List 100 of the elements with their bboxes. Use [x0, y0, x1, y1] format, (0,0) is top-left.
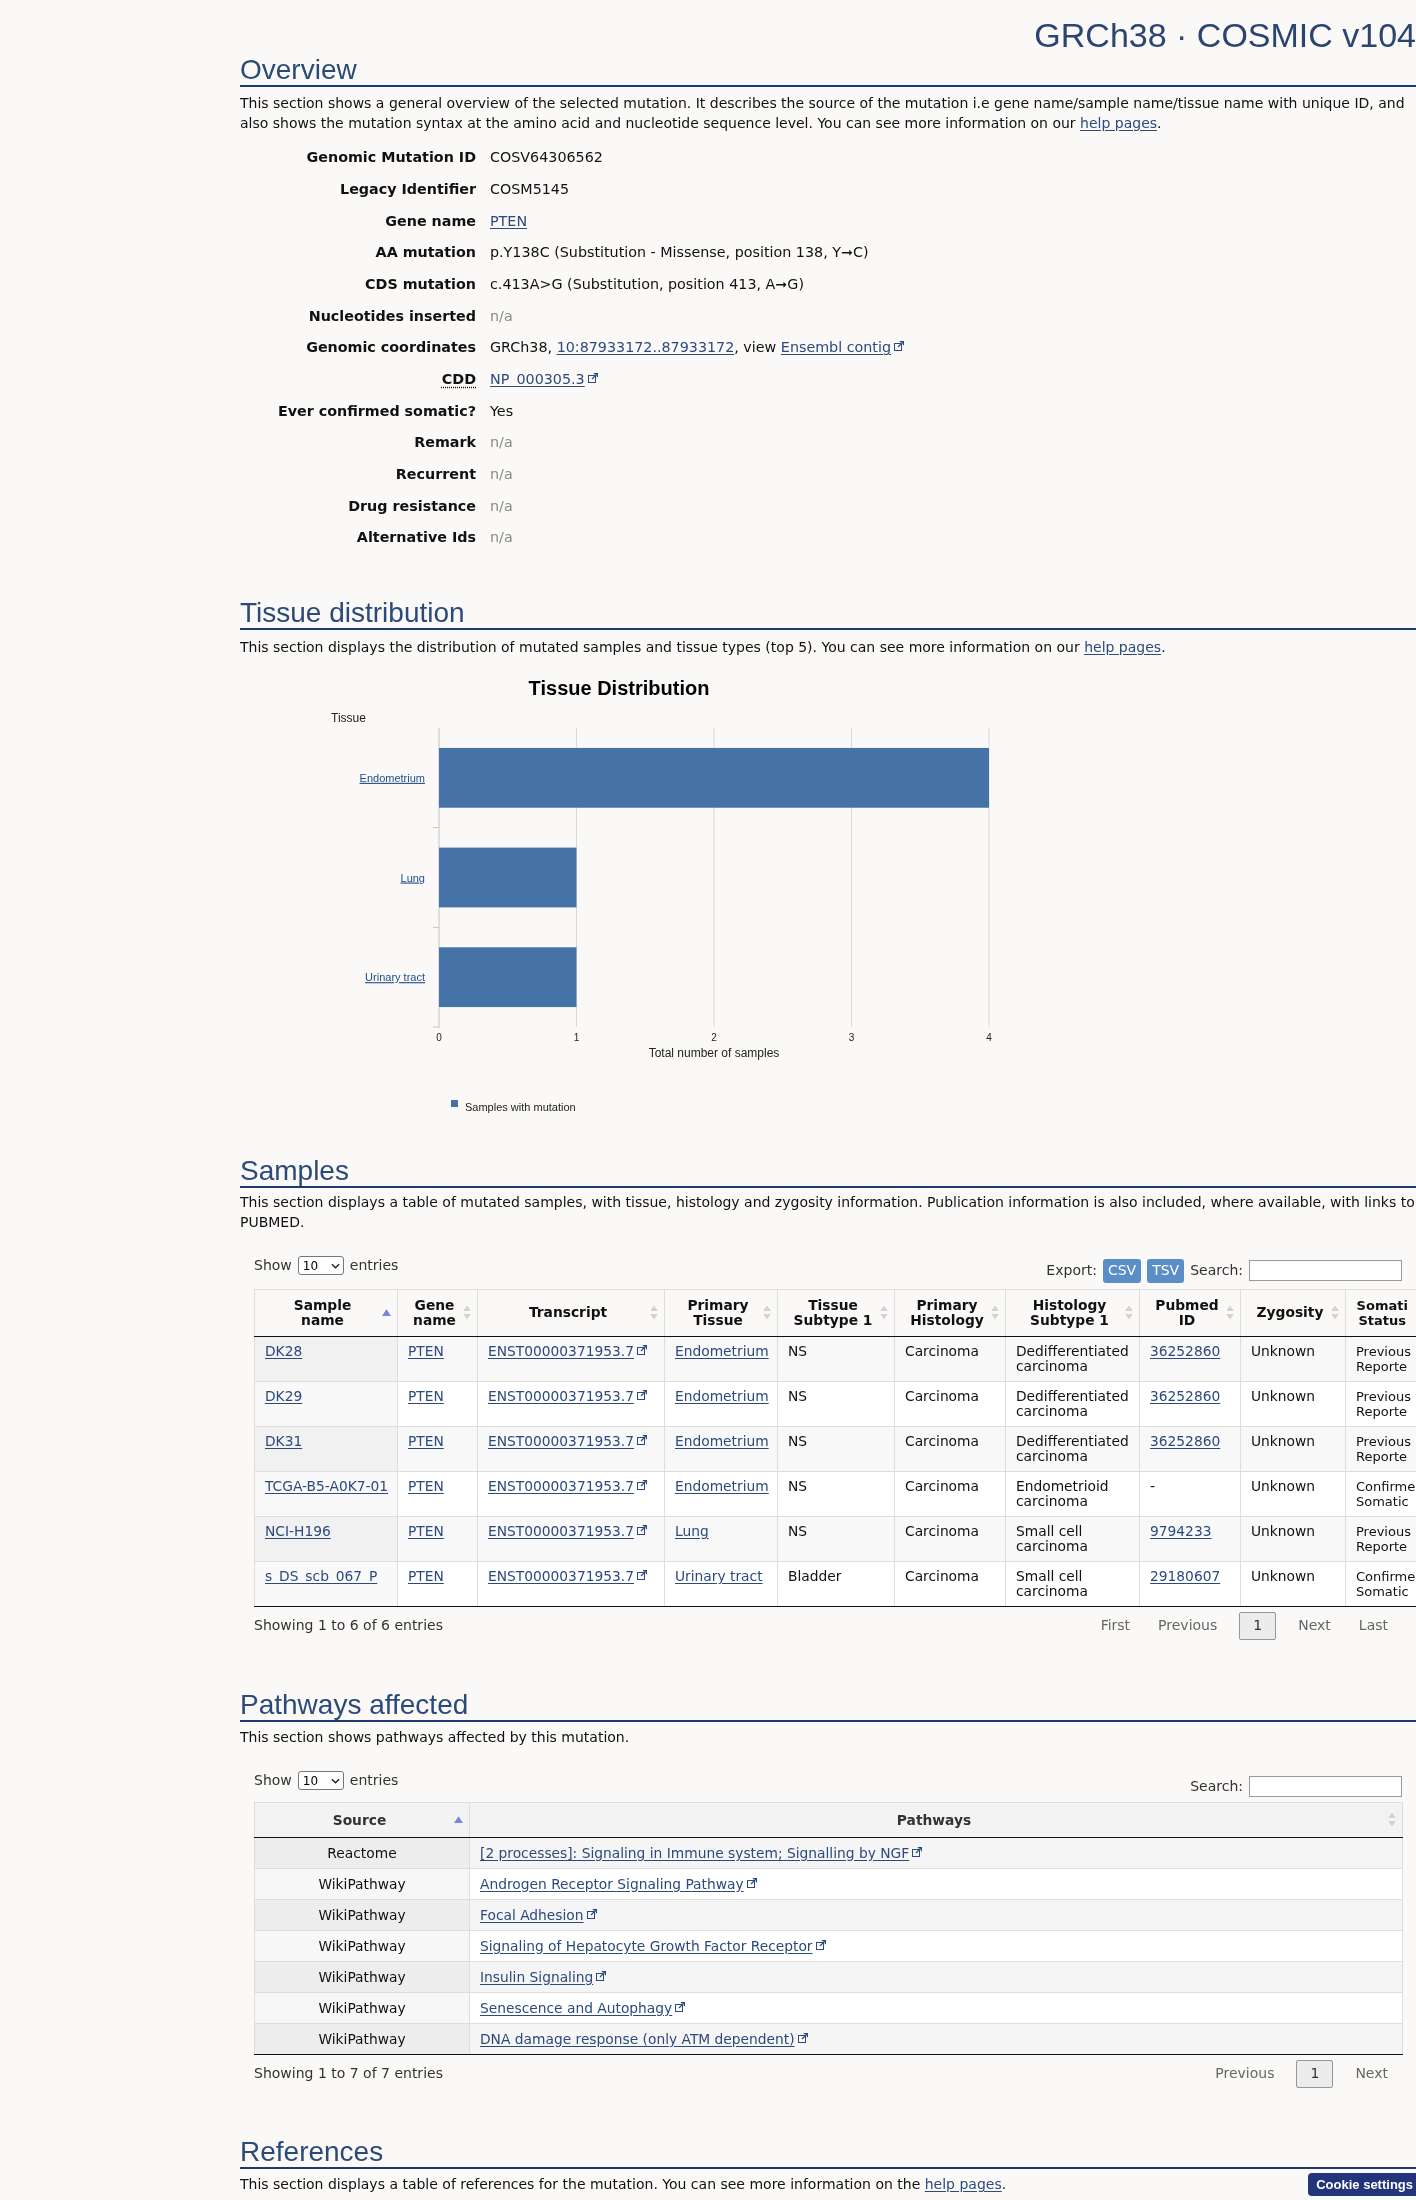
sort-ascending-icon	[454, 1816, 463, 1824]
entries-select[interactable]: 10	[297, 1256, 344, 1276]
table-link[interactable]: PTEN	[408, 1342, 444, 1359]
table-link[interactable]: ENST00000371953.7	[488, 1387, 634, 1404]
table-link[interactable]: s_DS_scb_067_P	[265, 1567, 378, 1584]
legend-label: Samples with mutation	[465, 1100, 576, 1113]
axis-title: Total number of samples	[648, 1045, 780, 1060]
sort-icon	[1388, 1812, 1396, 1828]
table-link[interactable]: 9794233	[1150, 1522, 1212, 1539]
column-header[interactable]: Pathways	[469, 1802, 1403, 1838]
column-header[interactable]: Primary Histology	[894, 1289, 1006, 1337]
entries-label: entries	[349, 1256, 399, 1276]
table-link[interactable]: TCGA-B5-A0K7-01	[265, 1477, 389, 1494]
table-link[interactable]: Urinary tract	[675, 1567, 763, 1584]
table-link[interactable]: ENST00000371953.7	[488, 1567, 634, 1584]
table-cell: Unknown	[1240, 1381, 1346, 1427]
table-link[interactable]: DK28	[265, 1342, 303, 1359]
table-link[interactable]: 36252860	[1150, 1342, 1221, 1359]
section-heading: Tissue distribution	[240, 597, 465, 628]
table-link[interactable]: ENST00000371953.7	[488, 1522, 634, 1539]
table-link[interactable]: 36252860	[1150, 1387, 1221, 1404]
column-header[interactable]: Zygosity	[1240, 1289, 1346, 1337]
link[interactable]: NP_000305.3	[490, 370, 585, 387]
table-link[interactable]: Insulin Signaling	[480, 1968, 594, 1985]
entries-label: entries	[349, 1771, 399, 1791]
field-label: Alternative Ids	[356, 528, 476, 548]
table-cell: Carcinoma	[894, 1516, 1006, 1562]
table-link[interactable]: PTEN	[408, 1477, 444, 1494]
table-cell: NS	[777, 1381, 895, 1427]
link[interactable]: Ensembl contig	[780, 339, 892, 356]
table-cell: Confirme Somatic	[1345, 1471, 1416, 1517]
table-link[interactable]: Lung	[675, 1522, 709, 1539]
field-label: Recurrent	[395, 465, 476, 484]
search-field[interactable]	[1249, 1260, 1402, 1282]
table-cell: Small cell carcinoma	[1005, 1516, 1140, 1562]
table-link[interactable]: DNA damage response (only ATM dependent)	[480, 2030, 795, 2047]
table-link[interactable]: PTEN	[408, 1432, 444, 1449]
column-header[interactable]: Somati Status	[1345, 1289, 1416, 1337]
chevron-down-icon	[330, 1262, 340, 1269]
table-link[interactable]: Androgen Receptor Signaling Pathway	[480, 1875, 744, 1892]
column-header[interactable]: Primary Tissue	[664, 1289, 778, 1337]
table-link[interactable]: 36252860	[1150, 1432, 1221, 1449]
help-link[interactable]: help pages	[924, 2175, 1002, 2192]
column-header[interactable]: Gene name	[397, 1289, 478, 1337]
page-button[interactable]: 1	[1239, 1611, 1277, 1640]
table-link[interactable]: PTEN	[408, 1567, 444, 1584]
table-link[interactable]: Endometrium	[675, 1432, 769, 1449]
table-link[interactable]: Senescence and Autophagy	[480, 1999, 673, 2016]
field-value: COSV64306562	[490, 149, 603, 166]
table-cell: -	[1139, 1471, 1241, 1517]
link[interactable]: PTEN	[490, 212, 528, 229]
table-link[interactable]: Focal Adhesion	[480, 1906, 584, 1923]
table-cell: NS	[777, 1516, 895, 1562]
category-link[interactable]: Endometrium	[359, 771, 425, 784]
table-cell: Dedifferentiated carcinoma	[1005, 1336, 1140, 1382]
tick-label: 4	[986, 1031, 992, 1043]
column-header[interactable]: Histology Subtype 1	[1005, 1289, 1140, 1337]
external-link-icon	[636, 1389, 647, 1400]
table-link[interactable]: PTEN	[408, 1522, 444, 1539]
external-link-icon	[912, 1846, 923, 1857]
column-header[interactable]: Source	[254, 1802, 470, 1838]
table-link[interactable]: NCI-H196	[265, 1522, 331, 1539]
column-header[interactable]: Tissue Subtype 1	[777, 1289, 895, 1337]
page-title: GRCh38 · COSMIC v104	[1034, 15, 1416, 55]
table-link[interactable]: 29180607	[1150, 1567, 1221, 1584]
section-heading: Overview	[240, 55, 357, 85]
table-link[interactable]: Signaling of Hepatocyte Growth Factor Receptor	[480, 1937, 813, 1954]
table-cell: WikiPathway	[254, 2023, 470, 2055]
cookie-settings-button[interactable]: Cookie settings	[1308, 2173, 1416, 2196]
category-link[interactable]: Urinary tract	[365, 971, 425, 984]
table-cell: WikiPathway	[254, 1992, 470, 2024]
table-link[interactable]: Endometrium	[675, 1342, 769, 1359]
help-link[interactable]: help pages	[1084, 638, 1162, 655]
table-link[interactable]: ENST00000371953.7	[488, 1432, 634, 1449]
section-heading: References	[240, 2136, 384, 2167]
external-link-icon	[675, 2001, 686, 2012]
column-header[interactable]: Pubmed ID	[1139, 1289, 1241, 1337]
field-value: c.413A>G (Substitution, position 413, A➞G)	[490, 275, 804, 292]
table-link[interactable]: ENST00000371953.7	[488, 1342, 634, 1359]
table-cell: Unknown	[1240, 1426, 1346, 1472]
table-cell: WikiPathway	[254, 1899, 470, 1931]
category-link[interactable]: Lung	[400, 871, 425, 884]
column-header[interactable]: Sample name	[254, 1289, 398, 1337]
column-header[interactable]: Transcript	[477, 1289, 665, 1337]
table-link[interactable]: ENST00000371953.7	[488, 1477, 634, 1494]
page-button[interactable]: 1	[1296, 2059, 1334, 2088]
entries-select[interactable]: 10	[297, 1771, 344, 1791]
table-link[interactable]: Endometrium	[675, 1477, 769, 1494]
table-link[interactable]: PTEN	[408, 1387, 444, 1404]
table-link[interactable]: DK31	[265, 1432, 303, 1449]
field-value: n/a	[490, 307, 513, 324]
table-link[interactable]: DK29	[265, 1387, 303, 1404]
section-description: This section displays a table of mutated samples, with tissue, histology and zygosity information. Publication information is also included, where available, with links to PUBMED.	[240, 1192, 1416, 1232]
field-label: Remark	[414, 433, 476, 453]
link[interactable]: 10:87933172..87933172	[556, 339, 735, 356]
show-label: Show	[254, 1771, 292, 1791]
tick-label: 0	[436, 1031, 442, 1043]
table-link[interactable]: Endometrium	[675, 1387, 769, 1404]
table-link[interactable]: [2 processes]: Signaling in Immune system; Signalling by NGF	[480, 1844, 910, 1861]
search-field[interactable]	[1249, 1776, 1402, 1798]
